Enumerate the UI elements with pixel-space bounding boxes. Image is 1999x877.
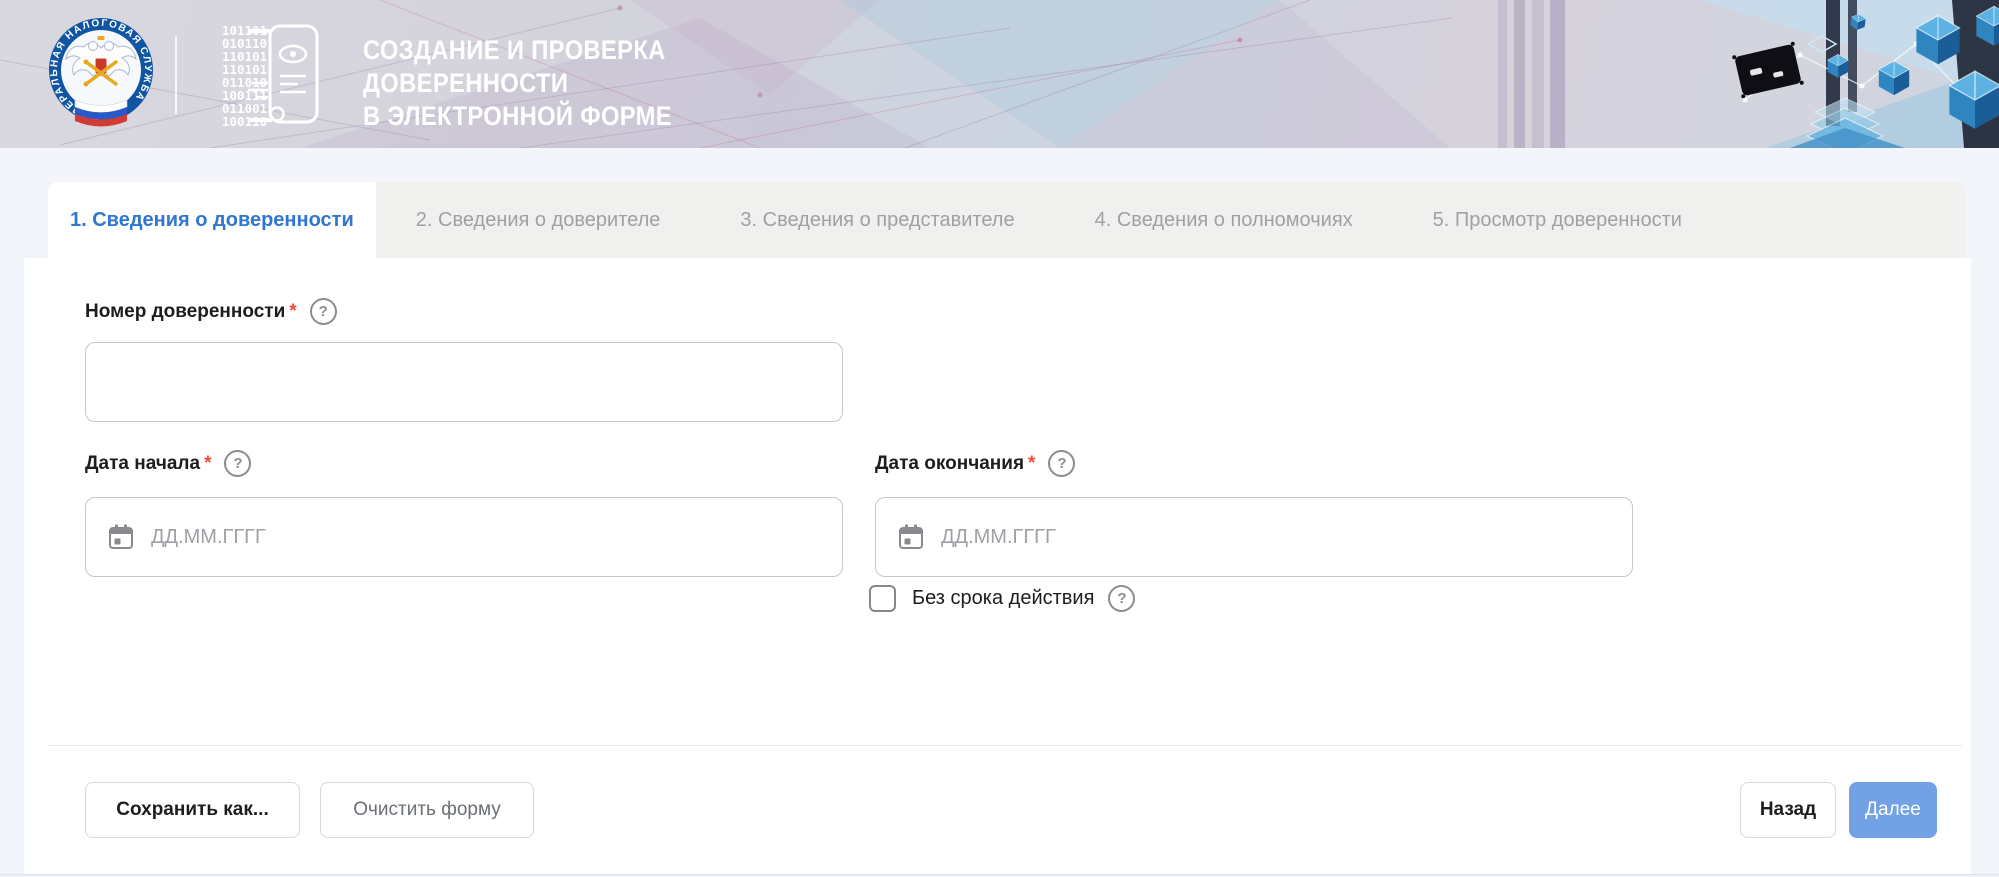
tab-bar: 1. Сведения о доверенности 2. Сведения о… [48, 182, 1965, 258]
no-expiry-label: Без срока действия [912, 587, 1094, 610]
page: ФЕДЕРАЛЬНАЯ НАЛОГОВАЯ СЛУЖБА [0, 0, 1999, 877]
save-as-button[interactable]: Сохранить как... [85, 782, 300, 838]
number-label-row: Номер доверенности* ? [85, 298, 337, 325]
end-date-label-row: Дата окончания* ? [875, 450, 1075, 477]
header-banner: ФЕДЕРАЛЬНАЯ НАЛОГОВАЯ СЛУЖБА [0, 0, 1999, 148]
start-date-input[interactable] [149, 525, 820, 550]
tab-bar-filler [1722, 182, 1965, 258]
document-eye-icon [246, 24, 322, 128]
header-gap-band [0, 148, 1999, 182]
clear-form-button[interactable]: Очистить форму [320, 782, 534, 838]
required-asterisk: * [1028, 453, 1035, 475]
end-date-label: Дата окончания [875, 453, 1024, 475]
required-asterisk: * [204, 453, 211, 475]
end-date-input[interactable] [939, 525, 1610, 550]
start-date-field[interactable] [85, 497, 843, 577]
start-date-label-row: Дата начала* ? [85, 450, 251, 477]
black-card-decoration [1732, 41, 1804, 98]
fns-logo[interactable]: ФЕДЕРАЛЬНАЯ НАЛОГОВАЯ СЛУЖБА [41, 10, 161, 140]
help-icon[interactable]: ? [224, 450, 251, 477]
calendar-icon [108, 524, 134, 550]
help-icon[interactable]: ? [310, 298, 337, 325]
no-expiry-checkbox[interactable] [869, 585, 896, 612]
calendar-icon [898, 524, 924, 550]
content-panel: Номер доверенности* ? Дата начала* ? Дат… [24, 258, 1971, 874]
help-icon[interactable]: ? [1108, 585, 1135, 612]
header-title-line: СОЗДАНИЕ И ПРОВЕРКА [363, 34, 672, 67]
no-expiry-row: Без срока действия ? [869, 585, 1135, 612]
header-title-line: ДОВЕРЕННОСТИ [363, 67, 672, 100]
tab-authority-info[interactable]: 4. Сведения о полномочиях [1055, 182, 1393, 258]
end-date-field[interactable] [875, 497, 1633, 577]
header-divider [175, 36, 177, 114]
footer-divider [48, 745, 1962, 746]
help-icon[interactable]: ? [1048, 450, 1075, 477]
start-date-label: Дата начала [85, 453, 200, 475]
number-label: Номер доверенности [85, 301, 285, 323]
tab-principal-info[interactable]: 2. Сведения о доверителе [376, 182, 701, 258]
header-title: СОЗДАНИЕ И ПРОВЕРКА ДОВЕРЕННОСТИ В ЭЛЕКТ… [363, 34, 672, 133]
back-button[interactable]: Назад [1740, 782, 1836, 838]
header-title-line: В ЭЛЕКТРОННОЙ ФОРМЕ [363, 100, 672, 133]
tab-representative-info[interactable]: 3. Сведения о представителе [700, 182, 1054, 258]
tab-power-of-attorney-info[interactable]: 1. Сведения о доверенности [48, 182, 376, 258]
next-button[interactable]: Далее [1849, 782, 1937, 838]
required-asterisk: * [289, 301, 296, 323]
tab-preview[interactable]: 5. Просмотр доверенности [1393, 182, 1722, 258]
number-input[interactable] [85, 342, 843, 422]
